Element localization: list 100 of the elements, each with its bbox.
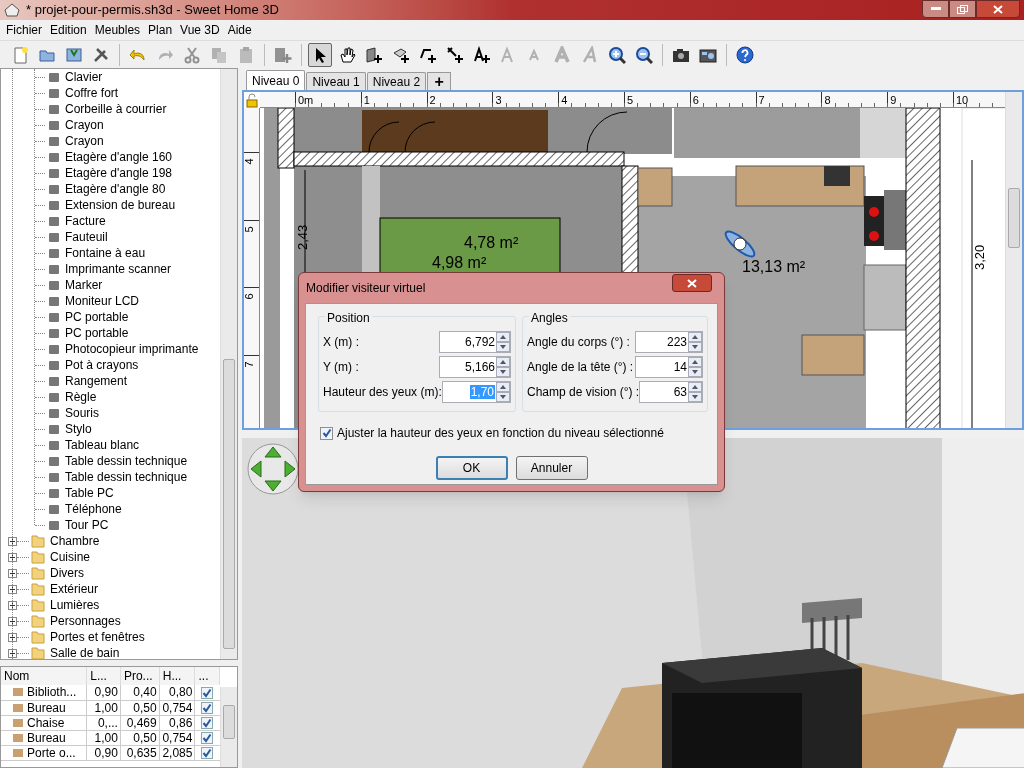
- tree-item[interactable]: Téléphone: [65, 500, 122, 518]
- expand-icon[interactable]: [8, 584, 17, 594]
- tree-item[interactable]: Crayon: [65, 132, 104, 150]
- tree-item[interactable]: Extension de bureau: [65, 196, 176, 214]
- expand-icon[interactable]: [8, 536, 17, 546]
- menu-item[interactable]: Aide: [223, 21, 256, 39]
- checkbox[interactable]: [320, 426, 333, 440]
- expand-icon[interactable]: [8, 600, 17, 610]
- visitor-icon[interactable]: [724, 230, 756, 258]
- column-header[interactable]: L...: [86, 667, 121, 685]
- scrollbar[interactable]: [220, 69, 237, 659]
- checkbox[interactable]: [201, 687, 214, 700]
- maximize-button[interactable]: [949, 0, 976, 18]
- tree-item[interactable]: Moniteur LCD: [65, 292, 140, 310]
- tree-item[interactable]: Règle: [65, 388, 97, 406]
- column-header[interactable]: ...: [194, 667, 220, 685]
- number-spinner[interactable]: 14: [635, 356, 703, 378]
- close-button[interactable]: [976, 0, 1020, 18]
- tree-item[interactable]: Marker: [65, 276, 103, 294]
- spinner-arrows-icon[interactable]: [496, 382, 510, 402]
- expand-icon[interactable]: [8, 568, 17, 578]
- tree-item[interactable]: PC portable: [65, 308, 129, 326]
- restore-icon: [957, 4, 968, 14]
- tree-category[interactable]: Personnages: [50, 612, 121, 630]
- menu-item[interactable]: Meubles: [90, 21, 145, 39]
- tree-category[interactable]: Portes et fenêtres: [50, 628, 145, 646]
- tree-item[interactable]: PC portable: [65, 324, 129, 342]
- expand-icon[interactable]: [8, 616, 17, 626]
- lock-icon[interactable]: [244, 92, 260, 108]
- expand-icon[interactable]: [8, 552, 17, 562]
- folder-icon: [31, 534, 45, 548]
- number-spinner[interactable]: 5,166: [439, 356, 511, 378]
- number-spinner[interactable]: 6,792: [439, 331, 511, 353]
- spinner-arrows-icon[interactable]: [688, 357, 702, 377]
- spinner-arrows-icon[interactable]: [688, 382, 702, 402]
- dialog-title: Modifier visiteur virtuel: [306, 280, 426, 297]
- tree-category[interactable]: Cuisine: [50, 548, 91, 566]
- tree-item[interactable]: Imprimante scanner: [65, 260, 172, 278]
- tree-category[interactable]: Extérieur: [50, 580, 99, 598]
- spinner-arrows-icon[interactable]: [688, 332, 702, 352]
- tree-item[interactable]: Clavier: [65, 68, 103, 86]
- checkbox[interactable]: [201, 702, 214, 715]
- checkbox[interactable]: [201, 747, 214, 760]
- number-spinner[interactable]: 63: [639, 381, 703, 403]
- ok-button[interactable]: OK: [435, 456, 508, 480]
- 3d-view[interactable]: [242, 438, 1024, 768]
- tree-item[interactable]: Stylo: [65, 420, 92, 438]
- menu-item[interactable]: Fichier: [2, 21, 46, 39]
- menu-item[interactable]: Vue 3D: [176, 21, 224, 39]
- checkbox[interactable]: [201, 717, 214, 730]
- menu-item[interactable]: Plan: [144, 21, 177, 39]
- tree-item[interactable]: Crayon: [65, 116, 104, 134]
- tree-category[interactable]: Salle de bain: [50, 644, 120, 662]
- checkbox[interactable]: [201, 732, 214, 745]
- tree-item[interactable]: Pot à crayons: [65, 356, 139, 374]
- expand-icon[interactable]: [8, 632, 17, 642]
- scrollbar[interactable]: [1005, 92, 1022, 428]
- tree-item[interactable]: Table dessin technique: [65, 452, 188, 470]
- tree-item[interactable]: Table dessin technique: [65, 468, 188, 486]
- navigation-arrows-icon[interactable]: [246, 442, 300, 496]
- tree-category[interactable]: Chambre: [50, 532, 100, 550]
- tree-item[interactable]: Etagère d'angle 80: [65, 180, 166, 198]
- number-spinner[interactable]: 223: [635, 331, 703, 353]
- spinner-arrows-icon[interactable]: [496, 357, 510, 377]
- column-header[interactable]: Pro...: [120, 667, 160, 685]
- cancel-button[interactable]: Annuler: [515, 456, 588, 480]
- spinner-arrows-icon[interactable]: [496, 332, 510, 352]
- column-header[interactable]: Nom: [1, 667, 87, 685]
- tree-item[interactable]: Corbeille à courrier: [65, 100, 167, 118]
- tree-item[interactable]: Facture: [65, 212, 106, 230]
- tree-item[interactable]: Rangement: [65, 372, 128, 390]
- expand-icon[interactable]: [8, 648, 17, 658]
- tree-item[interactable]: Etagère d'angle 198: [65, 164, 173, 182]
- tree-item[interactable]: Table PC: [65, 484, 114, 502]
- column-header[interactable]: H...: [159, 667, 195, 685]
- level-tab[interactable]: Niveau 1: [306, 72, 366, 90]
- tree-item[interactable]: Tableau blanc: [65, 436, 140, 454]
- add-level-tab[interactable]: +: [427, 72, 452, 90]
- furniture-icon: [47, 407, 61, 419]
- scrollbar[interactable]: [220, 687, 237, 767]
- pointer-button[interactable]: [308, 42, 332, 67]
- tree-item[interactable]: Etagère d'angle 160: [65, 148, 173, 166]
- save-icon: [65, 45, 83, 64]
- furniture-icon: [47, 487, 61, 499]
- tree-item[interactable]: Tour PC: [65, 516, 109, 534]
- tree-item[interactable]: Fontaine à eau: [65, 244, 146, 262]
- close-button[interactable]: [672, 274, 712, 292]
- tree-item[interactable]: Photocopieur imprimante: [65, 340, 199, 358]
- furniture-icon: [47, 327, 61, 339]
- level-tab[interactable]: Niveau 0: [246, 70, 306, 90]
- table-cell: 0,40: [120, 685, 160, 700]
- tree-item[interactable]: Fauteuil: [65, 228, 108, 246]
- tree-item[interactable]: Souris: [65, 404, 99, 422]
- menu-item[interactable]: Edition: [46, 21, 91, 39]
- furniture-icon: [47, 471, 61, 483]
- minimize-button[interactable]: [922, 0, 949, 18]
- tree-item[interactable]: Coffre fort: [65, 84, 119, 102]
- tree-category[interactable]: Divers: [50, 564, 84, 582]
- tree-category[interactable]: Lumières: [50, 596, 100, 614]
- level-tab[interactable]: Niveau 2: [366, 72, 427, 90]
